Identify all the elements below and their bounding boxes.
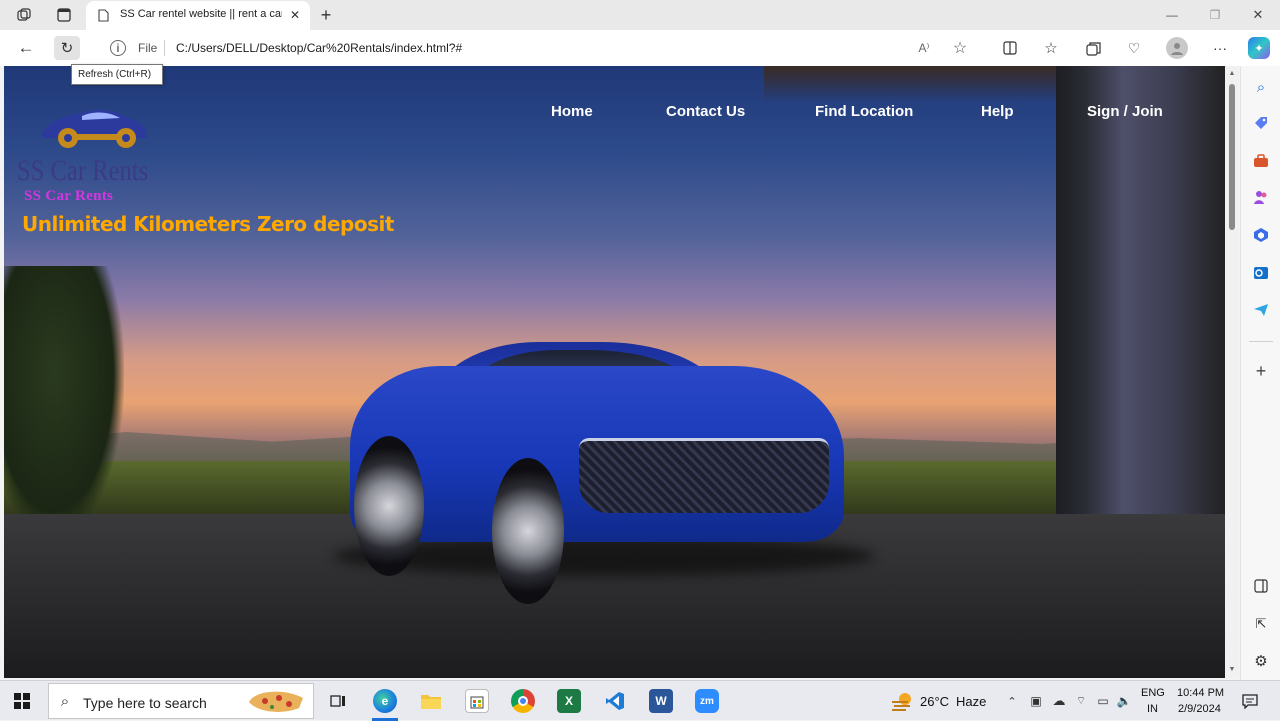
external-link-icon[interactable]: ⇱ xyxy=(1250,613,1272,635)
new-tab-button[interactable]: + xyxy=(316,5,336,25)
meet-now-icon[interactable]: ▣ xyxy=(1028,693,1044,709)
favorite-star-icon[interactable]: ☆ xyxy=(950,38,970,58)
address-separator xyxy=(164,40,165,56)
battery-icon[interactable]: ▭ xyxy=(1095,693,1111,709)
logo-subtext: SS Car Rents xyxy=(24,188,114,202)
info-icon[interactable]: i xyxy=(110,40,126,56)
tag-icon[interactable] xyxy=(1250,112,1272,134)
nav-home[interactable]: Home xyxy=(551,103,593,120)
office-icon[interactable] xyxy=(1250,224,1272,246)
car-front-wheel xyxy=(492,458,564,604)
clock-time[interactable]: 10:44 PM xyxy=(1177,687,1224,699)
browser-title-bar: SS Car rentel website || rent a car ✕ + … xyxy=(0,0,1280,30)
vscode-icon[interactable] xyxy=(603,689,627,713)
windows-start-icon[interactable] xyxy=(12,691,32,711)
browser-toolbar: ← ↻ i File C:/Users/DELL/Desktop/Car%20R… xyxy=(0,30,1280,66)
wifi-icon[interactable]: ⌔ xyxy=(1073,693,1089,709)
people-icon[interactable] xyxy=(1250,186,1272,208)
refresh-tooltip: Refresh (Ctrl+R) xyxy=(71,64,163,85)
favorites-icon[interactable]: ☆ xyxy=(1041,38,1061,58)
background-tree xyxy=(4,266,124,536)
nav-sign-join[interactable]: Sign / Join xyxy=(1087,103,1163,120)
logo-car-icon xyxy=(38,106,150,150)
send-icon[interactable] xyxy=(1250,299,1272,321)
briefcase-icon[interactable] xyxy=(1250,150,1272,172)
car-rear-wheel xyxy=(354,436,424,576)
back-icon[interactable]: ← xyxy=(16,38,36,58)
search-magnifier-icon: ⌕ xyxy=(60,692,70,710)
sidebar-layout-icon[interactable] xyxy=(1250,575,1272,597)
browser-essentials-icon[interactable]: ♡ xyxy=(1124,38,1144,58)
nav-help[interactable]: Help xyxy=(981,103,1014,120)
language-region[interactable]: IN xyxy=(1147,703,1158,715)
weather-temperature[interactable]: 26°C xyxy=(920,694,949,709)
scroll-down-icon[interactable]: ▼ xyxy=(1227,664,1237,674)
edge-app-icon[interactable]: e xyxy=(373,689,397,713)
task-view-icon[interactable] xyxy=(326,689,350,713)
restore-icon[interactable]: ❐ xyxy=(1205,6,1225,24)
refresh-icon[interactable]: ↻ xyxy=(54,36,80,60)
tab-close-icon[interactable]: ✕ xyxy=(288,8,302,22)
collections-icon[interactable] xyxy=(1083,38,1103,58)
car-grille xyxy=(579,438,829,513)
nav-contact-us[interactable]: Contact Us xyxy=(666,103,745,120)
chrome-center xyxy=(518,696,528,706)
onedrive-cloud-icon[interactable]: ☁ xyxy=(1050,693,1068,709)
chrome-icon[interactable] xyxy=(511,689,535,713)
logo-text[interactable]: SS Car Rents xyxy=(17,154,148,188)
close-icon[interactable]: ✕ xyxy=(1248,6,1268,24)
more-options-icon[interactable]: ··· xyxy=(1210,38,1230,58)
url-text[interactable]: C:/Users/DELL/Desktop/Car%20Rentals/inde… xyxy=(176,41,462,55)
word-icon[interactable]: W xyxy=(649,689,673,713)
tab-title: SS Car rentel website || rent a car xyxy=(120,8,282,20)
website-viewport: SS Car Rents SS Car Rents Unlimited Kilo… xyxy=(4,66,1225,678)
language-code[interactable]: ENG xyxy=(1141,687,1165,699)
weather-haze-icon[interactable] xyxy=(890,689,914,713)
show-hidden-icons-icon[interactable]: ⌃ xyxy=(1004,693,1020,709)
tab-actions-icon[interactable] xyxy=(52,6,76,24)
file-explorer-icon[interactable] xyxy=(419,689,443,713)
add-icon[interactable]: + xyxy=(1250,360,1272,382)
nav-find-location[interactable]: Find Location xyxy=(815,103,913,120)
scroll-up-icon[interactable]: ▲ xyxy=(1227,68,1237,78)
browser-tab[interactable]: SS Car rentel website || rent a car ✕ xyxy=(86,1,310,30)
store-icon[interactable] xyxy=(465,689,489,713)
settings-icon[interactable]: ⚙ xyxy=(1250,650,1272,672)
workspaces-icon[interactable] xyxy=(12,6,36,24)
zoom-icon[interactable]: zm xyxy=(695,689,719,713)
sidebar-divider xyxy=(1249,341,1273,342)
excel-icon[interactable]: X xyxy=(557,689,581,713)
windows-taskbar: ⌕ Type here to search e X W zm 26°C Haze… xyxy=(0,680,1280,721)
page-icon xyxy=(96,8,110,22)
background-building xyxy=(1056,66,1225,536)
profile-avatar-icon[interactable] xyxy=(1166,37,1188,59)
copilot-icon[interactable]: ✦ xyxy=(1248,37,1270,59)
split-screen-icon[interactable] xyxy=(1000,38,1020,58)
volume-icon[interactable]: 🔈 xyxy=(1116,693,1132,709)
page-scrollbar[interactable]: ▲ ▼ xyxy=(1225,66,1239,678)
scroll-thumb[interactable] xyxy=(1229,84,1235,230)
outlook-icon[interactable] xyxy=(1250,262,1272,284)
notifications-icon[interactable] xyxy=(1240,691,1260,711)
taskbar-search-box[interactable]: ⌕ Type here to search xyxy=(48,683,314,719)
address-bar[interactable]: i File C:/Users/DELL/Desktop/Car%20Renta… xyxy=(98,34,988,62)
edge-sidebar: ⌕ + ⇱ ⚙ xyxy=(1240,66,1280,680)
minimize-icon[interactable]: — xyxy=(1162,6,1182,24)
read-aloud-icon[interactable]: A⁾ xyxy=(914,39,934,57)
search-icon[interactable]: ⌕ xyxy=(1250,76,1272,98)
file-scheme-label: File xyxy=(138,41,158,55)
tagline: Unlimited Kilometers Zero deposit xyxy=(22,212,394,236)
taskbar-search-placeholder: Type here to search xyxy=(83,695,207,711)
search-highlight-pizza-icon[interactable] xyxy=(245,688,307,716)
clock-date[interactable]: 2/9/2024 xyxy=(1178,703,1221,715)
weather-description[interactable]: Haze xyxy=(956,694,986,709)
